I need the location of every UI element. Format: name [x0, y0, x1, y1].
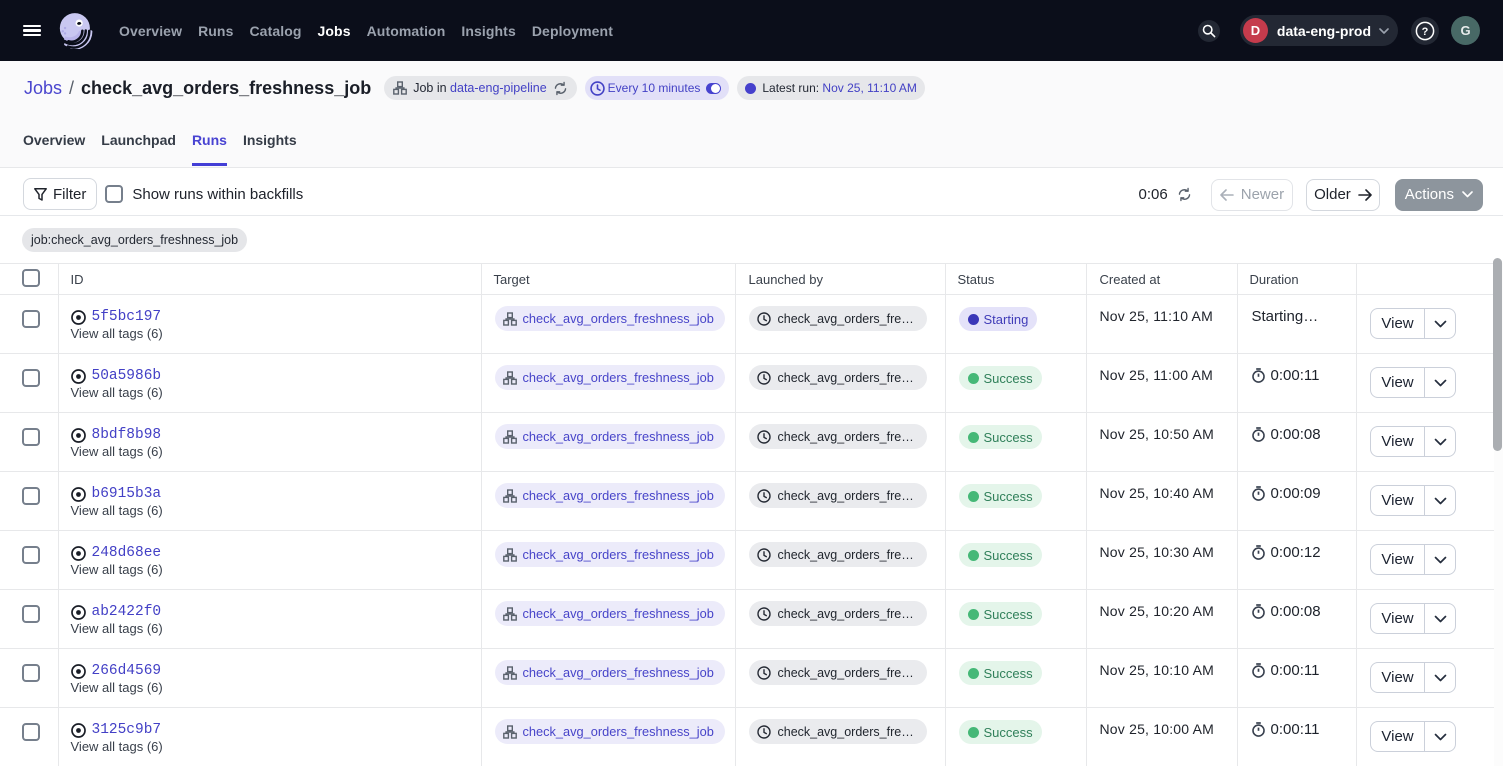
- svg-text:?: ?: [1422, 26, 1429, 38]
